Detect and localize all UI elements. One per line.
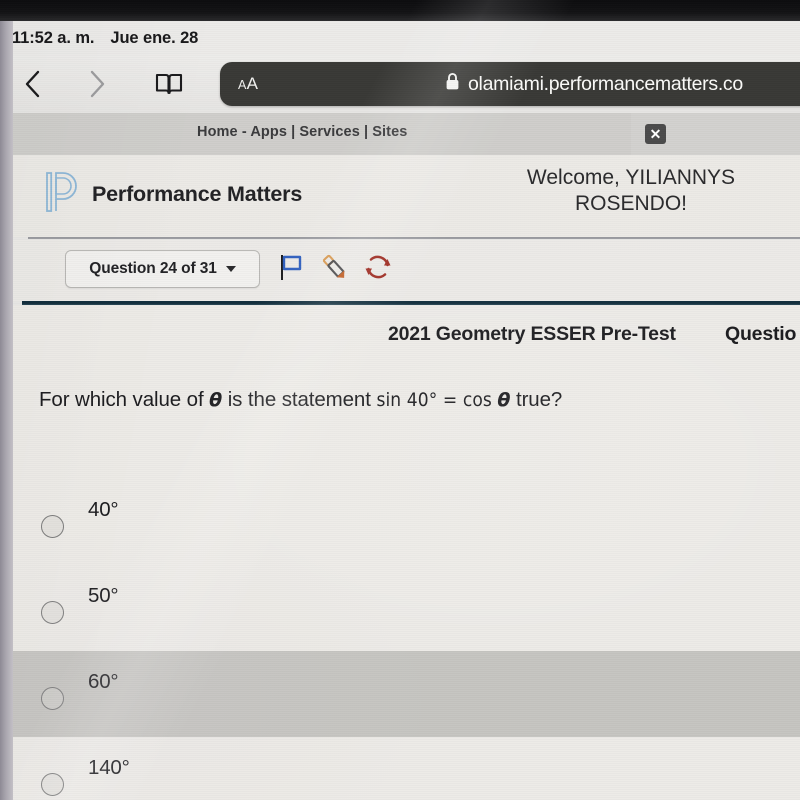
reset-answer-button[interactable] [361,252,395,286]
annotate-button[interactable] [317,252,351,286]
text-size-button[interactable]: AA [238,74,258,94]
question-stem-part-3: true? [510,388,563,411]
radio-button[interactable] [41,515,64,538]
question-selector-label: Question 24 of 31 [89,260,217,277]
answer-option-row[interactable]: 140° [13,737,800,800]
performance-matters-p-logo-icon [45,170,81,219]
answer-option-row[interactable]: 50° [13,565,800,651]
header-divider [28,237,800,239]
radio-button[interactable] [41,687,64,710]
question-selector-dropdown[interactable]: Question 24 of 31 [65,250,260,288]
tablet-screen-photo: 11:52 a. m. Jue ene. 28 AA olamiami.perf… [0,0,800,800]
reset-refresh-icon [363,252,393,287]
question-toolbar: Question 24 of 31 [13,240,800,302]
open-book-icon [154,71,184,97]
device-bezel-left [0,21,13,800]
radio-button[interactable] [41,601,64,624]
question-stem: For which value of θ is the statement si… [39,388,562,412]
site-header: Performance Matters Welcome, YILIANNYS R… [13,155,800,237]
forward-button[interactable] [74,61,120,107]
bookmarks-button[interactable] [146,61,192,107]
test-title-overflow: Questio [725,323,797,345]
answer-option-row[interactable]: 40° [13,479,800,565]
brand-name: Performance Matters [92,182,303,206]
test-title-bar: 2021 Geometry ESSER Pre-Test Questio [13,323,800,359]
answer-option-label: 60° [88,670,119,693]
padlock-icon [445,72,460,96]
chevron-down-icon [225,266,236,272]
answer-option-label: 140° [88,756,130,779]
welcome-line-2: ROSENDO! [574,191,687,215]
flag-icon [278,252,306,287]
back-button[interactable] [10,61,56,107]
text-size-large-a: A [246,74,259,93]
answer-option-label: 50° [88,584,119,607]
chevron-left-icon [22,68,44,100]
status-bar: 11:52 a. m. Jue ene. 28 [0,21,800,55]
question-math-theta-symbol: θ [497,389,511,411]
question-theta-symbol: θ [209,389,223,411]
address-bar-content: olamiami.performancematters.co [445,62,743,106]
pencil-eraser-icon [319,252,349,287]
test-content: 2021 Geometry ESSER Pre-Test Questio For… [13,305,800,800]
browser-toolbar: AA olamiami.performancematters.co [0,55,800,113]
answer-option-row[interactable]: 60° [13,651,800,737]
flag-question-button[interactable] [275,252,309,286]
welcome-message: Welcome, YILIANNYS ROSENDO! [453,165,800,216]
chevron-right-icon [86,68,108,100]
status-bar-time: 11:52 a. m. [12,28,95,47]
site-nav-strip: Home - Apps | Services | Sites ✕ [13,113,800,155]
site-nav-links[interactable]: Home - Apps | Services | Sites [197,124,407,140]
brand[interactable]: Performance Matters [45,170,302,219]
question-stem-part-2: is the statement [222,388,377,411]
status-bar-date: Jue ene. 28 [110,28,199,47]
address-bar-url: olamiami.performancematters.co [468,72,743,95]
close-icon[interactable]: ✕ [645,124,666,144]
device-bezel-top [0,0,800,21]
address-bar[interactable]: AA olamiami.performancematters.co [220,62,800,106]
answer-options-list: 40° 50° 60° 140° [13,479,800,800]
text-size-small-a: A [238,78,247,92]
question-stem-part-1: For which value of [39,388,210,411]
radio-button[interactable] [41,773,64,796]
test-title: 2021 Geometry ESSER Pre-Test [388,323,676,345]
welcome-line-1: Welcome, YILIANNYS [526,166,736,189]
question-math-expression: sin 40° = cos [376,389,498,411]
answer-option-label: 40° [88,498,119,521]
